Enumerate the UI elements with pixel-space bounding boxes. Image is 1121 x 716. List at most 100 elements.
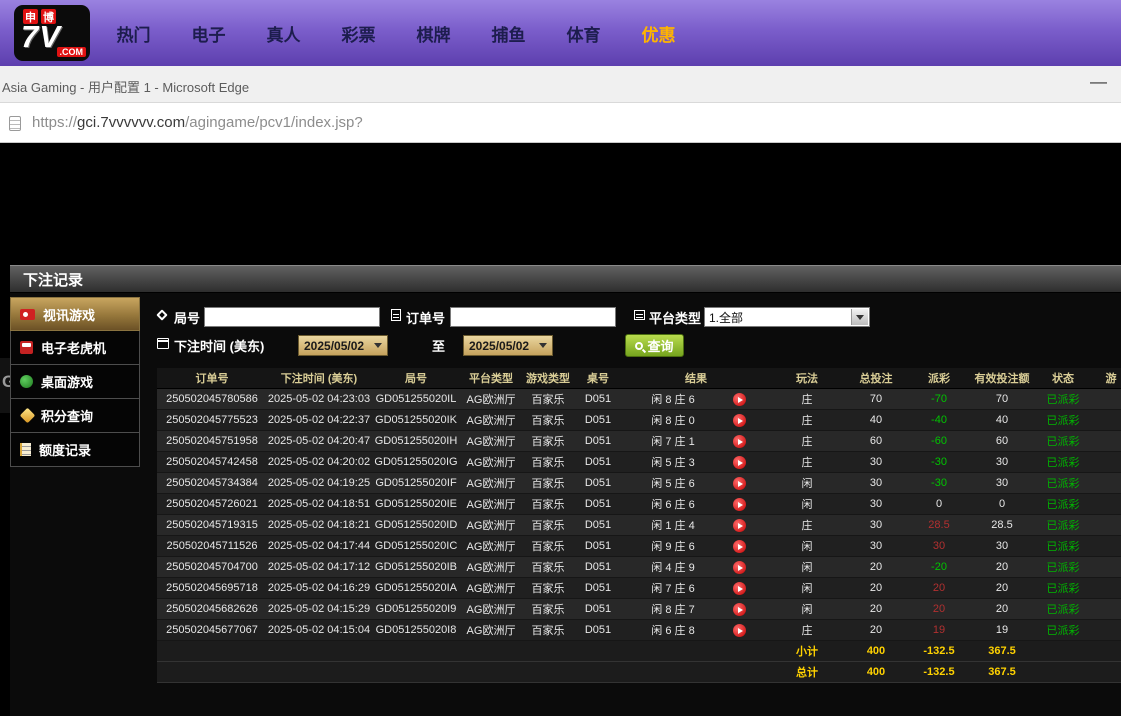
cell-bet-on: 庄: [771, 412, 843, 428]
date-to-dropdown[interactable]: 2025/05/02: [463, 335, 553, 356]
cell-table-number: D051: [575, 603, 621, 615]
play-replay-button[interactable]: [733, 414, 746, 427]
cell-game-type: 百家乐: [521, 412, 575, 428]
cell-bet-on: 闲: [771, 496, 843, 512]
cell-table-number: D051: [575, 582, 621, 594]
result-text: 闲 5 庄 3: [621, 454, 725, 470]
cell-round-number: GD051255020IF: [371, 477, 461, 489]
minimize-button[interactable]: —: [1090, 72, 1107, 92]
table-row: 250502045695718 2025-05-02 04:16:29 GD05…: [157, 578, 1121, 599]
play-replay-button[interactable]: [733, 624, 746, 637]
play-replay-button[interactable]: [733, 393, 746, 406]
cell-total-bet: 30: [843, 519, 909, 531]
cell-valid-bet: 28.5: [969, 519, 1035, 531]
cell-platform: AG欧洲厅: [461, 517, 521, 533]
cell-result: 闲 8 庄 7: [621, 601, 771, 617]
sidebar-item-points-query[interactable]: 积分查询: [10, 399, 140, 433]
window-title: Asia Gaming - 用户配置 1 - Microsoft Edge: [2, 77, 249, 96]
cell-status: 已派彩: [1035, 454, 1091, 470]
table-header-cell: 总投注: [843, 370, 909, 386]
select-dropdown-arrow-icon[interactable]: [851, 309, 868, 325]
table-header-row: 订单号下注时间 (美东)局号平台类型游戏类型桌号结果玩法总投注派彩有效投注额状态…: [157, 368, 1121, 389]
table-row: 250502045682626 2025-05-02 04:15:29 GD05…: [157, 599, 1121, 620]
diamond-icon: [20, 408, 36, 424]
table-header-cell: 玩法: [771, 370, 843, 386]
table-header-cell: 订单号: [157, 370, 267, 386]
nav-item[interactable]: 电子: [171, 21, 246, 46]
cell-platform: AG欧洲厅: [461, 391, 521, 407]
cell-result: 闲 7 庄 6: [621, 580, 771, 596]
modal-sidebar: 视讯游戏 电子老虎机 桌面游戏 积分查询 额度记录: [10, 297, 140, 467]
cell-bet-on: 庄: [771, 454, 843, 470]
modal-header: 下注记录: [10, 265, 1121, 293]
nav-item[interactable]: 体育: [546, 21, 621, 46]
cell-bet-on: 闲: [771, 559, 843, 575]
cell-valid-bet: 30: [969, 540, 1035, 552]
dropdown-arrow-icon: [539, 343, 547, 348]
play-replay-button[interactable]: [733, 477, 746, 490]
url-path: /agingame/pcv1/index.jsp?: [185, 114, 363, 131]
cell-total-bet: 20: [843, 624, 909, 636]
order-number-input[interactable]: [450, 307, 616, 327]
total-label: 总计: [771, 664, 843, 680]
cell-payout: -40: [909, 414, 969, 426]
play-replay-button[interactable]: [733, 582, 746, 595]
cell-status: 已派彩: [1035, 538, 1091, 554]
cell-payout: 20: [909, 582, 969, 594]
search-button[interactable]: 查询: [625, 334, 684, 357]
cell-bet-time: 2025-05-02 04:18:21: [267, 519, 371, 531]
dropdown-arrow-icon: [374, 343, 382, 348]
cell-bet-on: 闲: [771, 601, 843, 617]
nav-item[interactable]: 热门: [96, 21, 171, 46]
nav-item[interactable]: 捕鱼: [471, 21, 546, 46]
sidebar-item-slots[interactable]: 电子老虎机: [10, 331, 140, 365]
table-header-cell: 派彩: [909, 370, 969, 386]
play-replay-button[interactable]: [733, 435, 746, 448]
date-from-dropdown[interactable]: 2025/05/02: [298, 335, 388, 356]
nav-item[interactable]: 棋牌: [396, 21, 471, 46]
cell-result: 闲 4 庄 9: [621, 559, 771, 575]
total-valid: 367.5: [969, 666, 1035, 678]
total-row: 总计 400 -132.5 367.5: [157, 662, 1121, 683]
play-replay-button[interactable]: [733, 456, 746, 469]
sidebar-item-table-games[interactable]: 桌面游戏: [10, 365, 140, 399]
cell-round-number: GD051255020I8: [371, 624, 461, 636]
round-number-input[interactable]: [204, 307, 380, 327]
play-replay-button[interactable]: [733, 561, 746, 574]
cell-valid-bet: 30: [969, 456, 1035, 468]
platform-type-select[interactable]: 1.全部: [704, 307, 870, 327]
cell-bet-time: 2025-05-02 04:17:44: [267, 540, 371, 552]
cell-round-number: GD051255020IB: [371, 561, 461, 573]
nav-item[interactable]: 真人: [246, 21, 321, 46]
cell-result: 闲 6 庄 8: [621, 622, 771, 638]
site-logo[interactable]: 申 博 7V .COM: [14, 5, 90, 61]
total-payout: -132.5: [909, 666, 969, 678]
calendar-icon: [157, 338, 169, 349]
sidebar-item-credit-records[interactable]: 额度记录: [10, 433, 140, 467]
play-replay-button[interactable]: [733, 519, 746, 532]
play-replay-button[interactable]: [733, 603, 746, 616]
sidebar-item-live-games[interactable]: 视讯游戏: [10, 297, 140, 331]
nav-item[interactable]: 彩票: [321, 21, 396, 46]
table-row: 250502045751958 2025-05-02 04:20:47 GD05…: [157, 431, 1121, 452]
cell-status: 已派彩: [1035, 391, 1091, 407]
play-replay-button[interactable]: [733, 498, 746, 511]
cell-total-bet: 30: [843, 456, 909, 468]
url-text[interactable]: https://gci.7vvvvvv.com/agingame/pcv1/in…: [32, 114, 363, 131]
result-text: 闲 9 庄 6: [621, 538, 725, 554]
cell-table-number: D051: [575, 393, 621, 405]
table-row: 250502045734384 2025-05-02 04:19:25 GD05…: [157, 473, 1121, 494]
cell-table-number: D051: [575, 456, 621, 468]
cell-table-number: D051: [575, 477, 621, 489]
notepad-icon: [20, 443, 31, 456]
browser-urlbar[interactable]: https://gci.7vvvvvv.com/agingame/pcv1/in…: [0, 103, 1121, 143]
cell-bet-time: 2025-05-02 04:20:02: [267, 456, 371, 468]
cell-round-number: GD051255020IC: [371, 540, 461, 552]
platform-type-value: 1.全部: [709, 309, 743, 326]
nav-item[interactable]: 优惠: [621, 21, 696, 46]
play-replay-button[interactable]: [733, 540, 746, 553]
result-text: 闲 6 庄 6: [621, 496, 725, 512]
cell-table-number: D051: [575, 498, 621, 510]
cell-bet-time: 2025-05-02 04:17:12: [267, 561, 371, 573]
cell-order-number: 250502045711526: [157, 540, 267, 552]
